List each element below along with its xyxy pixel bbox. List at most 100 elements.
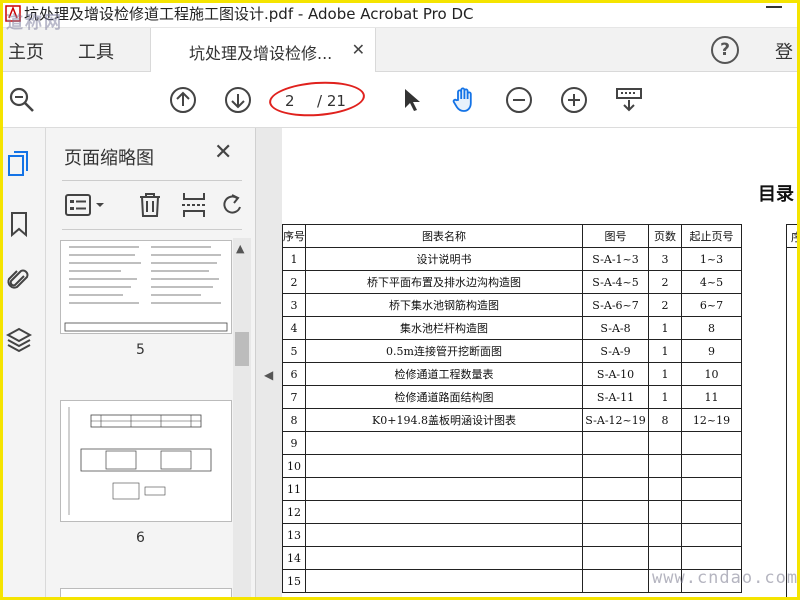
watermark-top: 道称网 — [6, 13, 63, 33]
page-number-field[interactable]: 2 / 21 — [267, 78, 367, 120]
cell-no: 2 — [282, 270, 306, 294]
page-6-preview — [68, 407, 212, 515]
delete-page-icon[interactable] — [136, 191, 164, 219]
cell-name: 集水池栏杆构造图 — [305, 316, 583, 340]
cell-no: 10 — [282, 454, 306, 478]
cell-code: S-A-12~19 — [582, 408, 649, 432]
panel-toolbar — [62, 180, 242, 230]
document-viewer[interactable]: 目录 序号 图表名称 图号 页数 起止页号 1 设计说明书 S-A-1~3 3 1~3 2… — [282, 128, 800, 600]
cell-range — [681, 431, 742, 455]
table-row: 11 — [282, 477, 742, 501]
rotate-page-icon[interactable] — [222, 191, 244, 219]
close-tab-icon[interactable]: ✕ — [352, 40, 365, 59]
thumbnail-page-6[interactable] — [60, 400, 232, 522]
cell-range: 10 — [681, 362, 742, 386]
zoom-out-icon[interactable] — [505, 86, 533, 114]
table-row: 12 — [282, 500, 742, 524]
panel-collapse-strip[interactable]: ◀ — [256, 128, 282, 600]
cell-code: S-A-9 — [582, 339, 649, 363]
cell-code: S-A-11 — [582, 385, 649, 409]
cell-range: 9 — [681, 339, 742, 363]
table-row: 3 桥下集水池钢筋构造图 S-A-6~7 2 6~7 — [282, 293, 742, 317]
table-row: 5 0.5m连接管开挖断面图 S-A-9 1 9 — [282, 339, 742, 363]
cell-range — [681, 546, 742, 570]
table-row: 6 检修通道工程数量表 S-A-10 1 10 — [282, 362, 742, 386]
hand-tool-icon[interactable] — [450, 86, 478, 114]
thumbnail-label-6: 6 — [136, 530, 145, 546]
cell-code — [582, 500, 649, 524]
collapse-arrow-icon[interactable]: ◀ — [264, 368, 273, 382]
header-range: 起止页号 — [681, 224, 742, 248]
cell-code — [582, 477, 649, 501]
scroll-mode-icon[interactable] — [615, 86, 643, 114]
header-name: 图表名称 — [305, 224, 583, 248]
thumbnail-scrollbar[interactable]: ▲ — [233, 238, 251, 600]
cell-name — [305, 477, 583, 501]
table-row: 2 桥下平面布置及排水边沟构造图 S-A-4~5 2 4~5 — [282, 270, 742, 294]
cell-no: 9 — [282, 431, 306, 455]
cell-range — [681, 477, 742, 501]
cell-code — [582, 546, 649, 570]
cell-no: 7 — [282, 385, 306, 409]
cell-count — [648, 477, 682, 501]
document-tab-label: 坑处理及增设检修... — [189, 44, 333, 63]
cell-name — [305, 523, 583, 547]
sign-in-button[interactable]: 登 — [775, 38, 793, 64]
tab-document[interactable]: 坑处理及增设检修... ✕ — [150, 28, 376, 72]
scrollbar-thumb[interactable] — [235, 332, 249, 366]
bookmark-icon[interactable] — [6, 210, 32, 238]
cell-count: 1 — [648, 316, 682, 340]
cell-name: 0.5m连接管开挖断面图 — [305, 339, 583, 363]
red-highlight-circle — [267, 78, 367, 120]
cell-range — [681, 500, 742, 524]
cell-count: 2 — [648, 270, 682, 294]
insert-page-icon[interactable] — [180, 191, 208, 219]
close-panel-icon[interactable]: ✕ — [214, 140, 232, 165]
cell-no: 4 — [282, 316, 306, 340]
cell-name — [305, 500, 583, 524]
main-toolbar: 2 / 21 — [0, 72, 800, 128]
page-thumbnails-icon[interactable] — [6, 150, 32, 178]
cell-count — [648, 523, 682, 547]
attachment-icon[interactable] — [6, 266, 32, 294]
title-bar: 坑处理及增设检修道工程施工图设计.pdf - Adobe Acrobat Pro… — [0, 0, 800, 28]
contents-table: 序号 图表名称 图号 页数 起止页号 1 设计说明书 S-A-1~3 3 1~3 2 桥下平… — [282, 224, 742, 593]
thumbnail-page-7[interactable] — [60, 588, 232, 600]
table-row: 4 集水池栏杆构造图 S-A-8 1 8 — [282, 316, 742, 340]
cell-range: 1~3 — [681, 247, 742, 271]
cell-range: 6~7 — [681, 293, 742, 317]
cell-range — [681, 523, 742, 547]
zoom-search-icon[interactable] — [8, 86, 36, 114]
thumbnail-options-icon[interactable] — [64, 191, 108, 219]
next-page-icon[interactable] — [224, 86, 252, 114]
tab-tools[interactable]: 工具 — [78, 38, 114, 64]
help-icon[interactable]: ? — [711, 36, 739, 64]
cell-no: 3 — [282, 293, 306, 317]
layers-icon[interactable] — [6, 326, 32, 354]
cell-name: 检修通道路面结构图 — [305, 385, 583, 409]
cell-count — [648, 431, 682, 455]
thumbnail-page-5[interactable] — [60, 240, 232, 334]
zoom-in-icon[interactable] — [560, 86, 588, 114]
left-tool-rail — [0, 128, 46, 600]
table-header-row: 序号 图表名称 图号 页数 起止页号 — [282, 224, 742, 248]
minimize-button[interactable] — [766, 6, 782, 8]
cell-no: 1 — [282, 247, 306, 271]
scroll-up-icon[interactable]: ▲ — [236, 242, 244, 255]
header-count: 页数 — [648, 224, 682, 248]
table-row: 8 K0+194.8盖板明涵设计图表 S-A-12~19 8 12~19 — [282, 408, 742, 432]
tab-home[interactable]: 主页 — [8, 38, 44, 64]
cell-code — [582, 523, 649, 547]
table-row: 14 — [282, 546, 742, 570]
cell-name: 检修通道工程数量表 — [305, 362, 583, 386]
select-cursor-icon[interactable] — [398, 86, 426, 114]
previous-page-icon[interactable] — [169, 86, 197, 114]
cell-no: 15 — [282, 569, 306, 593]
table-row: 13 — [282, 523, 742, 547]
cell-count: 8 — [648, 408, 682, 432]
cell-code — [582, 431, 649, 455]
cell-name: 桥下平面布置及排水边沟构造图 — [305, 270, 583, 294]
cell-range — [681, 454, 742, 478]
thumbnails-panel: 页面缩略图 ✕ 5 6 ▲ — [46, 128, 256, 600]
cell-range: 8 — [681, 316, 742, 340]
